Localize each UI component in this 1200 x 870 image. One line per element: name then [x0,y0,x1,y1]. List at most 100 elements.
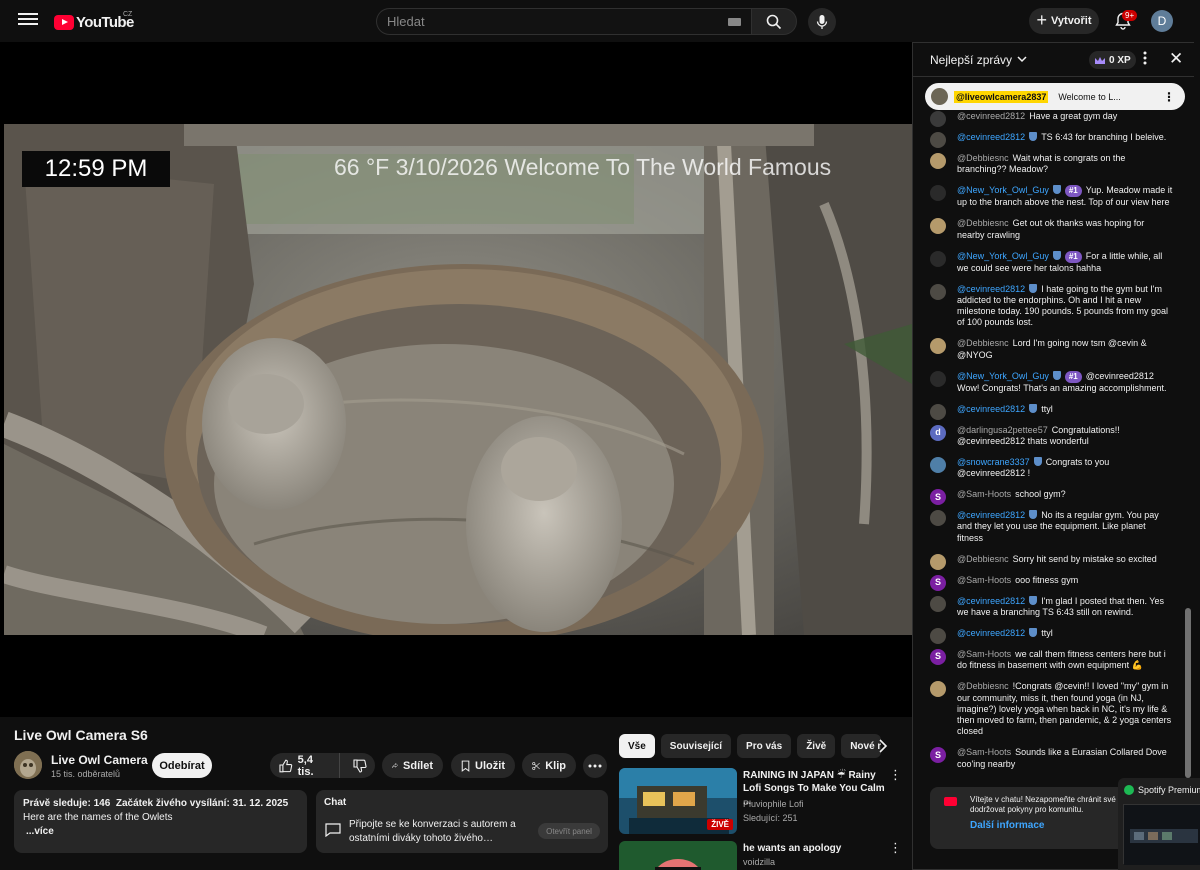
tab-related[interactable]: Související [660,734,732,758]
pinned-message[interactable]: @liveowlcamera2837 Welcome to L... ⋮ [925,83,1185,110]
more-vertical-icon[interactable]: ⋮ [889,841,902,854]
xp-button[interactable]: 0 XP [1089,51,1136,69]
chat-message: @Debbiesnc Wait what is congrats on the b… [913,151,1181,178]
channel-avatar[interactable] [14,751,42,779]
info-overlay: 66 °F 3/10/2026 Welcome To The World Fam… [334,154,832,180]
chat-author-avatar[interactable] [930,338,946,355]
chat-author-avatar[interactable] [930,185,946,202]
chat-author-name[interactable]: @cevinreed2812 [957,284,1025,294]
chat-author-name[interactable]: @Debbiesnc [957,153,1009,163]
more-actions-button[interactable] [583,754,607,778]
chat-author-name[interactable]: @Debbiesnc [957,681,1009,691]
chat-author-avatar[interactable] [930,553,946,570]
chevron-right-icon[interactable] [877,739,889,753]
chat-author-avatar[interactable] [930,111,946,127]
recommendation-channel[interactable]: voidzilla [743,857,775,867]
thumbs-down-icon [353,758,367,773]
spotify-popup[interactable]: Spotify Premium [1118,778,1200,870]
chat-author-name[interactable]: @Sam-Hoots [957,575,1011,585]
chat-author-name[interactable]: @cevinreed2812 [957,111,1025,121]
chat-author-name[interactable]: @cevinreed2812 [957,404,1025,414]
chat-author-avatar[interactable]: S [930,489,946,506]
chat-author-name[interactable]: @snowcrane3337 [957,457,1030,467]
chat-author-name[interactable]: @Debbiesnc [957,554,1009,564]
chat-author-avatar[interactable]: S [930,747,946,764]
chat-author-avatar[interactable] [930,250,946,267]
microphone-icon [816,15,828,29]
recommendation-title[interactable]: he wants an apology [743,842,893,855]
chat-author-avatar[interactable] [930,456,946,473]
video-frame[interactable]: 12:59 PM 66 °F 3/10/2026 Welcome To The … [4,124,912,635]
pinned-author: @liveowlcamera2837 [954,90,1049,103]
chat-message-text: ooo fitness gym [1015,574,1079,585]
chat-author-avatar[interactable] [930,595,946,612]
chat-message: @Debbiesnc Sorry hit send by mistake so e… [913,552,1181,570]
chat-author-avatar[interactable] [930,681,946,698]
chat-author-name[interactable]: @New_York_Owl_Guy [957,371,1049,381]
member-rank-badge: #1 [1064,370,1082,383]
notification-count-badge: 9+ [1122,10,1138,21]
recommendation-thumbnail[interactable]: ŽIVĚ [619,768,737,834]
hamburger-menu-icon[interactable] [18,11,38,31]
chat-author-avatar[interactable] [930,628,946,644]
show-more-link[interactable]: ...více [23,825,298,839]
chat-author-name[interactable]: @darlingusa2pettee57 [957,425,1048,435]
chat-message: @cevinreed2812 I hate going to the gym bu… [913,282,1181,331]
chat-message: @cevinreed2812 TS 6:43 for branching I be… [913,130,1181,148]
chat-author-avatar[interactable]: d [930,424,946,441]
chat-author-name[interactable]: @Debbiesnc [957,218,1009,228]
tab-live[interactable]: Živě [797,734,836,758]
close-icon[interactable]: ✕ [1169,49,1183,69]
spotify-preview [1123,804,1200,865]
chat-author-name[interactable]: @Debbiesnc [957,338,1009,348]
chat-author-name[interactable]: @cevinreed2812 [957,628,1025,638]
tab-for-you[interactable]: Pro vás [737,734,792,758]
chat-author-avatar[interactable] [930,370,946,387]
chat-message-text: ttyl [1041,403,1053,414]
account-avatar[interactable]: D [1151,10,1173,32]
like-button[interactable]: 5,4 tis. [270,753,340,778]
description-box[interactable]: Právě sleduje: 146 Začátek živého vysílá… [14,790,307,853]
chat-author-avatar[interactable] [930,510,946,527]
chat-author-name[interactable]: @cevinreed2812 [957,510,1025,520]
subscribe-button[interactable]: Odebírat [152,753,212,778]
dislike-button[interactable] [345,753,375,778]
search-input[interactable] [387,14,722,29]
channel-name[interactable]: Live Owl Camera [51,753,148,767]
member-rank-badge: #1 [1064,185,1082,198]
create-button[interactable]: + Vytvořit [1029,8,1099,34]
pinned-more-icon[interactable]: ⋮ [1159,90,1179,104]
chat-author-name[interactable]: @Sam-Hoots [957,649,1011,659]
open-panel-button[interactable]: Otevřít panel [538,823,600,839]
tab-all[interactable]: Vše [619,734,655,758]
chat-author-avatar[interactable] [930,131,946,148]
chat-author-avatar[interactable]: S [930,574,946,591]
chat-author-avatar[interactable]: S [930,648,946,665]
more-vertical-icon[interactable]: ⋮ [889,768,902,781]
chat-author-name[interactable]: @New_York_Owl_Guy [957,185,1049,195]
chat-author-avatar[interactable] [930,152,946,169]
clip-button[interactable]: Klip [522,753,576,778]
recommendation-thumbnail[interactable] [619,841,737,870]
chat-author-name[interactable]: @Sam-Hoots [957,747,1011,757]
chat-author-avatar[interactable] [930,403,946,420]
keyboard-icon[interactable] [728,17,741,26]
save-button[interactable]: Uložit [451,753,515,778]
chat-author-name[interactable]: @Sam-Hoots [957,489,1011,499]
chat-mode-dropdown[interactable]: Nejlepší zprávy [930,53,1027,67]
chat-message: @Debbiesnc Get out ok thanks was hoping f… [913,216,1181,243]
youtube-play-icon [54,14,74,30]
search-button[interactable] [751,8,797,35]
chat-author-name[interactable]: @cevinreed2812 [957,132,1025,142]
chat-scrollbar[interactable] [1185,608,1191,778]
more-vertical-icon[interactable] [1143,51,1147,65]
youtube-logo[interactable]: YouTube [54,12,134,32]
chat-author-name[interactable]: @New_York_Owl_Guy [957,251,1049,261]
share-button[interactable]: Sdílet [382,753,443,778]
chat-author-name[interactable]: @cevinreed2812 [957,596,1025,606]
recommendation-channel[interactable]: Pluviophile Lofi [743,799,804,809]
voice-search-button[interactable] [808,8,836,36]
tab-new[interactable]: Nové n [841,734,882,758]
chat-author-avatar[interactable] [930,283,946,300]
chat-author-avatar[interactable] [930,218,946,235]
